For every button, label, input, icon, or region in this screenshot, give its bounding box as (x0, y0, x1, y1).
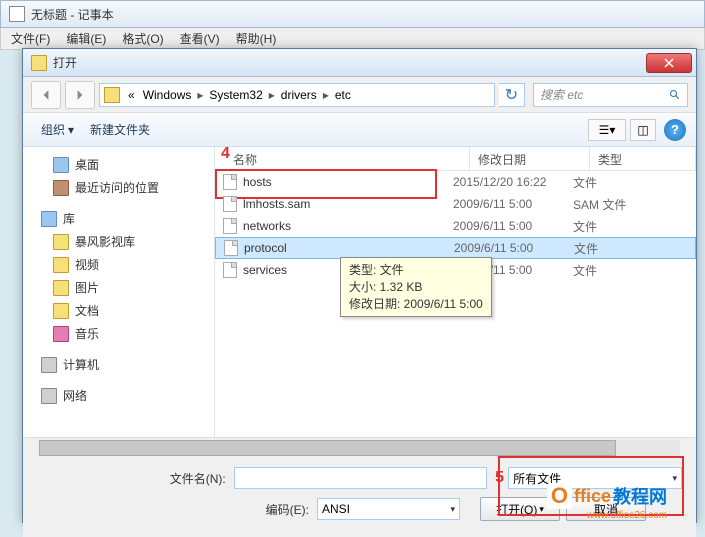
dialog-titlebar[interactable]: 打开 (23, 49, 696, 77)
scroll-thumb[interactable] (39, 440, 616, 456)
file-row-hosts[interactable]: hosts 2015/12/20 16:22 文件 (215, 171, 696, 193)
filename-label: 文件名(N): (37, 470, 226, 487)
bc-windows[interactable]: Windows (139, 88, 196, 102)
folder-icon (31, 55, 47, 71)
chevron-down-icon: ▾ (68, 123, 74, 137)
file-icon (223, 196, 237, 212)
file-row-protocol[interactable]: protocol 2009/6/11 5:00 文件 (215, 237, 696, 259)
file-icon (224, 240, 238, 256)
chevron-down-icon: ▾ (539, 504, 544, 515)
watermark-logo: Office教程网 (547, 483, 667, 509)
folder-icon (104, 87, 120, 103)
chevron-right-icon: ▸ (267, 88, 277, 102)
forward-button[interactable] (65, 81, 95, 109)
bc-root[interactable]: « (124, 88, 139, 102)
breadcrumb[interactable]: « Windows ▸ System32 ▸ drivers ▸ etc (99, 83, 495, 107)
preview-pane-button[interactable]: ◫ (630, 119, 656, 141)
organize-button[interactable]: 组织 ▾ (33, 117, 82, 142)
nav-documents[interactable]: 文档 (23, 299, 214, 322)
music-icon (53, 326, 69, 342)
file-row-networks[interactable]: networks 2009/6/11 5:00 文件 (215, 215, 696, 237)
file-icon (223, 174, 237, 190)
close-button[interactable] (646, 53, 692, 73)
nav-desktop[interactable]: 桌面 (23, 153, 214, 176)
help-button[interactable]: ? (664, 119, 686, 141)
column-headers: 名称 修改日期 类型 (215, 147, 696, 171)
network-icon (41, 388, 57, 404)
new-folder-button[interactable]: 新建文件夹 (82, 117, 158, 142)
bc-drivers[interactable]: drivers (277, 88, 321, 102)
header-type[interactable]: 类型 (590, 147, 696, 170)
view-mode-button[interactable]: ☰ ▾ (588, 119, 626, 141)
search-icon (669, 89, 681, 101)
open-dialog: 打开 « Windows ▸ System32 ▸ drivers ▸ etc … (22, 48, 697, 523)
recent-icon (53, 180, 69, 196)
notepad-icon (9, 6, 25, 22)
watermark-url: www.office26.com (587, 510, 667, 521)
horizontal-scrollbar[interactable] (23, 437, 696, 457)
chevron-right-icon: ▸ (195, 88, 205, 102)
annotation-5: 5 (495, 469, 504, 487)
menu-help[interactable]: 帮助(H) (230, 28, 283, 49)
nav-recent[interactable]: 最近访问的位置 (23, 176, 214, 199)
chevron-right-icon: ▸ (321, 88, 331, 102)
pictures-icon (53, 280, 69, 296)
notepad-menubar: 文件(F) 编辑(E) 格式(O) 查看(V) 帮助(H) (0, 28, 705, 50)
annotation-4: 4 (221, 145, 230, 163)
computer-icon (41, 357, 57, 373)
menu-format[interactable]: 格式(O) (116, 28, 169, 49)
search-input[interactable]: 搜索 etc (533, 83, 688, 107)
nav-computer[interactable]: 计算机 (23, 353, 214, 376)
file-tooltip: 类型: 文件 大小: 1.32 KB 修改日期: 2009/6/11 5:00 (340, 257, 492, 317)
video-icon (53, 257, 69, 273)
header-date[interactable]: 修改日期 (470, 147, 590, 170)
chevron-down-icon: ▾ (450, 504, 455, 515)
bc-etc[interactable]: etc (331, 88, 355, 102)
nav-music[interactable]: 音乐 (23, 322, 214, 345)
desktop-icon (53, 157, 69, 173)
file-row-lmhosts[interactable]: lmhosts.sam 2009/6/11 5:00 SAM 文件 (215, 193, 696, 215)
bc-system32[interactable]: System32 (205, 88, 266, 102)
file-list: 4 名称 修改日期 类型 hosts 2015/12/20 16:22 文件 l… (215, 147, 696, 437)
notepad-titlebar[interactable]: 无标题 - 记事本 (0, 0, 705, 28)
back-button[interactable] (31, 81, 61, 109)
library-icon (41, 211, 57, 227)
encoding-label: 编码(E): (37, 501, 309, 518)
nav-video[interactable]: 视频 (23, 253, 214, 276)
nav-network[interactable]: 网络 (23, 384, 214, 407)
header-name[interactable]: 名称 (215, 147, 470, 170)
nav-libraries[interactable]: 库 (23, 207, 214, 230)
nav-pictures[interactable]: 图片 (23, 276, 214, 299)
search-placeholder: 搜索 etc (540, 86, 583, 103)
documents-icon (53, 303, 69, 319)
notepad-title: 无标题 - 记事本 (31, 6, 114, 23)
navigation-pane: 桌面 最近访问的位置 库 暴风影视库 视频 图片 文档 音乐 计算机 网络 (23, 147, 215, 437)
dialog-title-text: 打开 (53, 54, 77, 71)
nav-toolbar: « Windows ▸ System32 ▸ drivers ▸ etc ↻ 搜… (23, 77, 696, 113)
menu-edit[interactable]: 编辑(E) (60, 28, 112, 49)
encoding-select[interactable]: ANSI▾ (317, 498, 460, 520)
chevron-down-icon: ▾ (672, 473, 677, 484)
folder-icon (53, 234, 69, 250)
file-icon (223, 218, 237, 234)
refresh-button[interactable]: ↻ (499, 83, 525, 107)
chevron-down-icon: ▾ (609, 123, 615, 137)
nav-baofeng[interactable]: 暴风影视库 (23, 230, 214, 253)
menu-file[interactable]: 文件(F) (5, 28, 56, 49)
file-icon (223, 262, 237, 278)
menu-view[interactable]: 查看(V) (174, 28, 226, 49)
command-bar: 组织 ▾ 新建文件夹 ☰ ▾ ◫ ? (23, 113, 696, 147)
notepad-window: 无标题 - 记事本 文件(F) 编辑(E) 格式(O) 查看(V) 帮助(H) (0, 0, 705, 50)
filename-input[interactable] (234, 467, 487, 489)
